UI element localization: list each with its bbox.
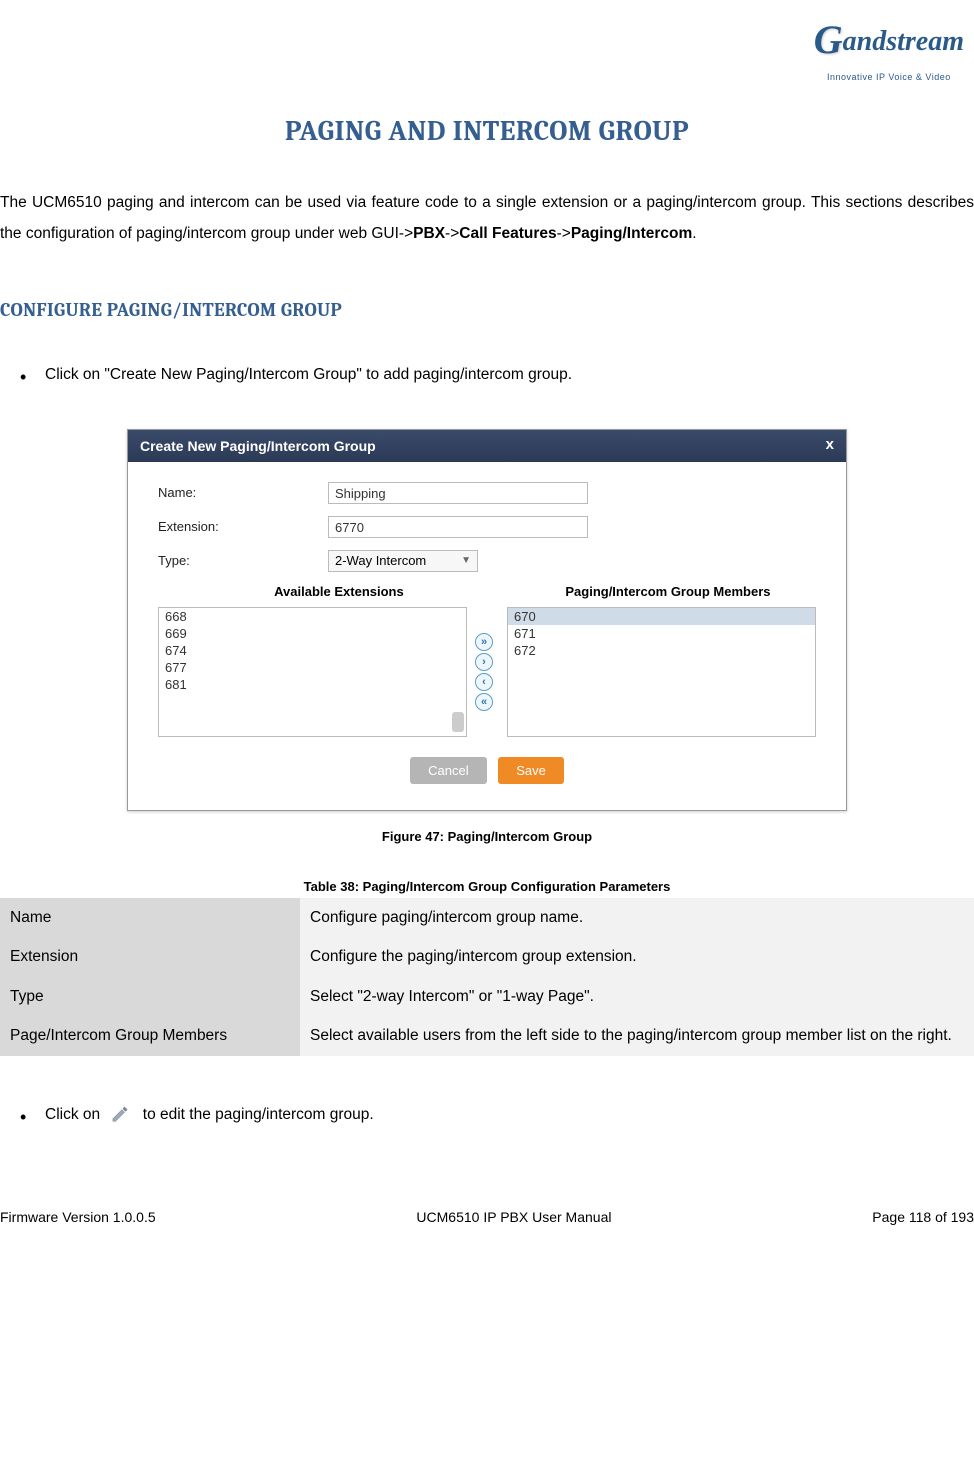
cancel-button[interactable]: Cancel	[410, 757, 486, 784]
param-name: Type	[0, 977, 300, 1016]
logo-tagline: Innovative IP Voice & Video	[827, 72, 951, 82]
intro-paragraph: The UCM6510 paging and intercom can be u…	[0, 187, 974, 249]
intro-arrow: ->	[557, 225, 571, 242]
list-item[interactable]: 672	[508, 642, 815, 659]
column-header-members: Paging/Intercom Group Members	[520, 584, 816, 599]
footer-version: Firmware Version 1.0.0.5	[0, 1209, 156, 1225]
page-title: PAGING AND INTERCOM GROUP	[0, 115, 974, 147]
param-name: Extension	[0, 937, 300, 976]
label-extension: Extension:	[158, 519, 328, 534]
table-row: Extension Configure the paging/intercom …	[0, 937, 974, 976]
list-item[interactable]: 677	[159, 659, 466, 676]
param-desc: Select available users from the left sid…	[300, 1016, 974, 1055]
intro-end: .	[692, 225, 696, 242]
pencil-icon	[110, 1106, 132, 1124]
bullet-text: Click on	[45, 1106, 100, 1123]
intro-arrow: ->	[445, 225, 459, 242]
brand-logo: Gandstream Innovative IP Voice & Video	[0, 20, 974, 85]
close-icon[interactable]: x	[826, 436, 834, 453]
name-input[interactable]: Shipping	[328, 482, 588, 504]
type-select-value: 2-Way Intercom	[335, 553, 426, 568]
available-extensions-list[interactable]: 668 669 674 677 681	[158, 607, 467, 737]
list-item[interactable]: 671	[508, 625, 815, 642]
list-item[interactable]: 674	[159, 642, 466, 659]
move-right-icon[interactable]: ›	[475, 653, 493, 671]
param-name: Page/Intercom Group Members	[0, 1016, 300, 1055]
list-item[interactable]: 669	[159, 625, 466, 642]
table-row: Page/Intercom Group Members Select avail…	[0, 1016, 974, 1055]
page-footer: Firmware Version 1.0.0.5 UCM6510 IP PBX …	[0, 1169, 974, 1225]
group-members-list[interactable]: 670 671 672	[507, 607, 816, 737]
label-name: Name:	[158, 485, 328, 500]
bullet-edit-group: Click on to edit the paging/intercom gro…	[20, 1101, 974, 1129]
table-row: Type Select "2-way Intercom" or "1-way P…	[0, 977, 974, 1016]
column-header-available: Available Extensions	[158, 584, 520, 599]
param-desc: Configure paging/intercom group name.	[300, 898, 974, 937]
section-heading: CONFIGURE PAGING/INTERCOM GROUP	[0, 299, 974, 321]
param-desc: Configure the paging/intercom group exte…	[300, 937, 974, 976]
param-desc: Select "2-way Intercom" or "1-way Page".	[300, 977, 974, 1016]
move-left-icon[interactable]: ‹	[475, 673, 493, 691]
save-button[interactable]: Save	[498, 757, 564, 784]
footer-page: Page 118 of 193	[872, 1209, 974, 1225]
move-all-right-icon[interactable]: »	[475, 633, 493, 651]
figure-caption: Figure 47: Paging/Intercom Group	[0, 829, 974, 844]
footer-title: UCM6510 IP PBX User Manual	[416, 1209, 611, 1225]
table-caption: Table 38: Paging/Intercom Group Configur…	[0, 879, 974, 894]
bullet-create-group: Click on "Create New Paging/Intercom Gro…	[20, 361, 974, 389]
dialog-title: Create New Paging/Intercom Group	[140, 438, 376, 454]
dialog-title-bar: Create New Paging/Intercom Group x	[128, 430, 846, 462]
intro-bold-call-features: Call Features	[459, 225, 556, 242]
scrollbar[interactable]	[452, 712, 464, 732]
label-type: Type:	[158, 553, 328, 568]
param-name: Name	[0, 898, 300, 937]
list-item[interactable]: 668	[159, 608, 466, 625]
extension-input[interactable]: 6770	[328, 516, 588, 538]
bullet-text: to edit the paging/intercom group.	[143, 1106, 374, 1123]
logo-g: G	[814, 16, 843, 63]
chevron-down-icon: ▼	[461, 555, 471, 566]
intro-bold-paging: Paging/Intercom	[571, 225, 692, 242]
list-item[interactable]: 670	[508, 608, 815, 625]
list-item[interactable]: 681	[159, 676, 466, 693]
table-row: Name Configure paging/intercom group nam…	[0, 898, 974, 937]
intro-bold-pbx: PBX	[413, 225, 445, 242]
logo-main: andstream	[843, 26, 964, 57]
dialog-screenshot: Create New Paging/Intercom Group x Name:…	[127, 429, 847, 811]
move-all-left-icon[interactable]: «	[475, 693, 493, 711]
parameters-table: Name Configure paging/intercom group nam…	[0, 898, 974, 1056]
type-select[interactable]: 2-Way Intercom ▼	[328, 550, 478, 572]
